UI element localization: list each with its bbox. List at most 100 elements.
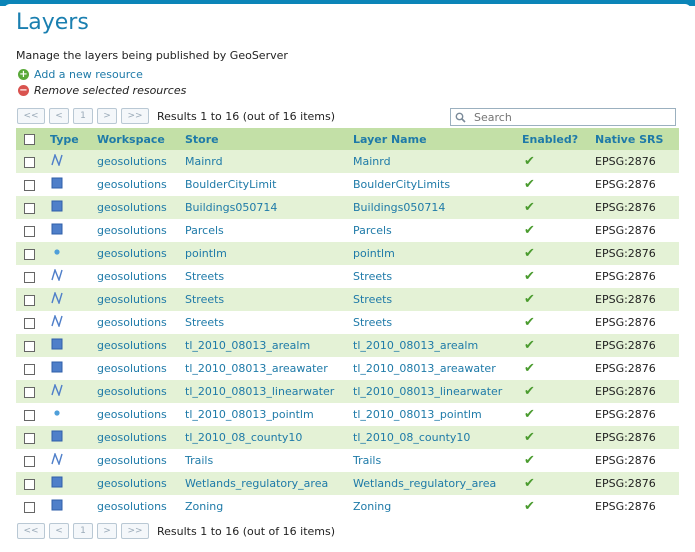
line-layer-icon: [51, 267, 63, 284]
search-icon: [455, 112, 466, 123]
pager-prev-button[interactable]: <: [49, 523, 69, 539]
layer-name-link[interactable]: Streets: [353, 293, 392, 306]
row-checkbox[interactable]: [24, 202, 35, 214]
workspace-link[interactable]: geosolutions: [97, 316, 167, 329]
search-box[interactable]: [450, 108, 676, 126]
store-link[interactable]: Streets: [185, 270, 224, 283]
row-checkbox[interactable]: [24, 271, 35, 283]
store-link[interactable]: Mainrd: [185, 155, 223, 168]
workspace-link[interactable]: geosolutions: [97, 362, 167, 375]
store-link[interactable]: tl_2010_08_county10: [185, 431, 302, 444]
header-select-all[interactable]: [16, 128, 50, 150]
store-link[interactable]: Buildings050714: [185, 201, 277, 214]
pager-last-button[interactable]: >>: [121, 523, 149, 539]
workspace-link[interactable]: geosolutions: [97, 247, 167, 260]
layer-name-link[interactable]: Trails: [353, 454, 381, 467]
checkmark-icon: ✔: [524, 223, 535, 238]
header-native-srs[interactable]: Native SRS: [595, 128, 679, 150]
row-checkbox[interactable]: [24, 501, 35, 513]
workspace-link[interactable]: geosolutions: [97, 224, 167, 237]
layer-name-link[interactable]: tl_2010_08013_pointlm: [353, 408, 482, 421]
pager-last-button[interactable]: >>: [121, 108, 149, 124]
layer-name-link[interactable]: tl_2010_08013_arealm: [353, 339, 478, 352]
workspace-link[interactable]: geosolutions: [97, 454, 167, 467]
layer-name-link[interactable]: Mainrd: [353, 155, 391, 168]
row-checkbox[interactable]: [24, 455, 35, 467]
checkmark-icon: ✔: [524, 476, 535, 491]
layer-name-link[interactable]: Buildings050714: [353, 201, 445, 214]
remove-resources-link[interactable]: − Remove selected resources: [18, 83, 186, 97]
workspace-link[interactable]: geosolutions: [97, 477, 167, 490]
row-checkbox[interactable]: [24, 156, 35, 168]
row-checkbox[interactable]: [24, 386, 35, 398]
workspace-link[interactable]: geosolutions: [97, 155, 167, 168]
native-srs: EPSG:2876: [595, 357, 679, 380]
row-checkbox[interactable]: [24, 248, 35, 260]
store-link[interactable]: Trails: [185, 454, 213, 467]
row-checkbox[interactable]: [24, 340, 35, 352]
layer-name-link[interactable]: Zoning: [353, 500, 391, 513]
workspace-link[interactable]: geosolutions: [97, 201, 167, 214]
row-checkbox[interactable]: [24, 432, 35, 444]
table-row: geosolutions BoulderCityLimit BoulderCityL…: [16, 173, 679, 196]
workspace-link[interactable]: geosolutions: [97, 500, 167, 513]
header-type[interactable]: Type: [50, 128, 97, 150]
native-srs: EPSG:2876: [595, 242, 679, 265]
pager-page-button[interactable]: 1: [73, 108, 93, 124]
store-link[interactable]: Zoning: [185, 500, 223, 513]
store-link[interactable]: tl_2010_08013_areawater: [185, 362, 328, 375]
add-resource-link[interactable]: + Add a new resource: [18, 67, 143, 81]
select-all-checkbox[interactable]: [24, 134, 35, 145]
layer-name-link[interactable]: BoulderCityLimits: [353, 178, 450, 191]
pager-page-button[interactable]: 1: [73, 523, 93, 539]
layer-name-link[interactable]: tl_2010_08013_linearwater: [353, 385, 502, 398]
layer-name-link[interactable]: Streets: [353, 270, 392, 283]
workspace-link[interactable]: geosolutions: [97, 178, 167, 191]
polygon-layer-icon: [51, 177, 63, 192]
row-checkbox[interactable]: [24, 179, 35, 191]
store-link[interactable]: pointlm: [185, 247, 227, 260]
workspace-link[interactable]: geosolutions: [97, 270, 167, 283]
layer-name-link[interactable]: tl_2010_08013_areawater: [353, 362, 496, 375]
store-link[interactable]: Streets: [185, 316, 224, 329]
row-checkbox[interactable]: [24, 317, 35, 329]
layer-name-link[interactable]: Streets: [353, 316, 392, 329]
row-checkbox[interactable]: [24, 478, 35, 490]
store-link[interactable]: Wetlands_regulatory_area: [185, 477, 328, 490]
store-link[interactable]: tl_2010_08013_pointlm: [185, 408, 314, 421]
row-checkbox[interactable]: [24, 225, 35, 237]
header-enabled[interactable]: Enabled?: [522, 128, 595, 150]
store-link[interactable]: tl_2010_08013_linearwater: [185, 385, 334, 398]
workspace-link[interactable]: geosolutions: [97, 385, 167, 398]
page-subtitle: Manage the layers being published by Geo…: [16, 49, 288, 62]
checkmark-icon: ✔: [524, 384, 535, 399]
store-link[interactable]: tl_2010_08013_arealm: [185, 339, 310, 352]
layer-name-link[interactable]: pointlm: [353, 247, 395, 260]
workspace-link[interactable]: geosolutions: [97, 339, 167, 352]
store-link[interactable]: BoulderCityLimit: [185, 178, 276, 191]
layer-name-link[interactable]: Wetlands_regulatory_area: [353, 477, 496, 490]
store-link[interactable]: Parcels: [185, 224, 224, 237]
header-workspace[interactable]: Workspace: [97, 128, 185, 150]
workspace-link[interactable]: geosolutions: [97, 431, 167, 444]
header-layer-name[interactable]: Layer Name: [353, 128, 522, 150]
search-input[interactable]: [472, 109, 666, 125]
layer-name-link[interactable]: Parcels: [353, 224, 392, 237]
workspace-link[interactable]: geosolutions: [97, 293, 167, 306]
row-checkbox[interactable]: [24, 363, 35, 375]
header-store[interactable]: Store: [185, 128, 353, 150]
pager-first-button[interactable]: <<: [17, 108, 45, 124]
native-srs: EPSG:2876: [595, 265, 679, 288]
pager-prev-button[interactable]: <: [49, 108, 69, 124]
layers-table: Type Workspace Store Layer Name Enabled?…: [16, 128, 679, 518]
row-checkbox[interactable]: [24, 409, 35, 421]
pager-next-button[interactable]: >: [97, 523, 117, 539]
table-row: geosolutions Parcels Parcels ✔ EPSG:2876: [16, 219, 679, 242]
workspace-link[interactable]: geosolutions: [97, 408, 167, 421]
store-link[interactable]: Streets: [185, 293, 224, 306]
line-layer-icon: [51, 290, 63, 307]
pager-next-button[interactable]: >: [97, 108, 117, 124]
row-checkbox[interactable]: [24, 294, 35, 306]
pager-first-button[interactable]: <<: [17, 523, 45, 539]
layer-name-link[interactable]: tl_2010_08_county10: [353, 431, 470, 444]
